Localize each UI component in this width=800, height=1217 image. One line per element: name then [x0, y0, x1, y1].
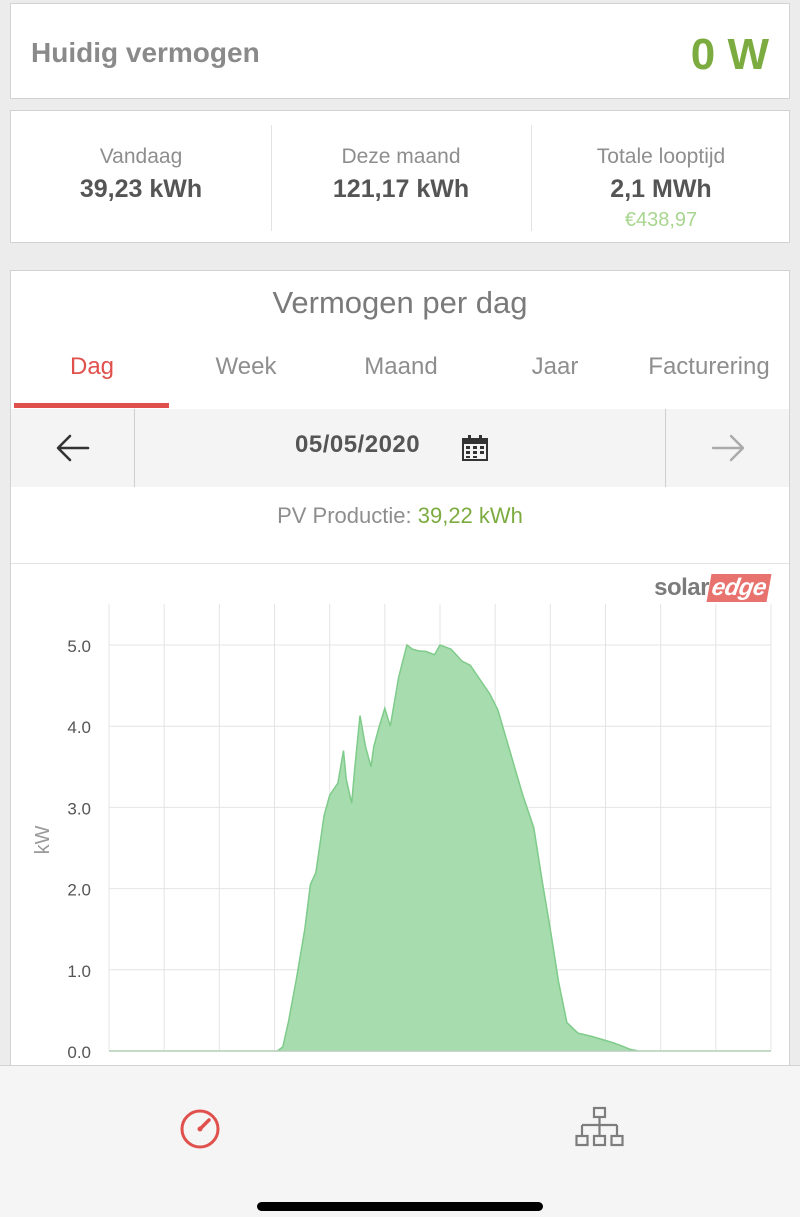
pv-production-label: PV Productie: [277, 503, 412, 528]
selected-date[interactable]: 05/05/2020 [295, 431, 420, 459]
site-tree-icon[interactable] [574, 1106, 626, 1150]
y-axis-label: kW [32, 825, 54, 854]
y-tick-label: 4.0 [67, 718, 91, 737]
current-power-card: Huidig vermogen 0 W [10, 3, 790, 99]
y-tick-label: 2.0 [67, 881, 91, 900]
energy-lifetime: Totale looptijd 2,1 MWh €438,97 [531, 111, 791, 244]
tab-month[interactable]: Maand [323, 353, 479, 381]
tab-day[interactable]: Dag [14, 353, 170, 381]
energy-lifetime-revenue: €438,97 [624, 209, 698, 231]
y-tick-label: 5.0 [67, 637, 91, 656]
energy-today-title: Vandaag [99, 145, 183, 168]
active-tab-indicator [14, 403, 169, 408]
current-power-label: Huidig vermogen [31, 37, 260, 68]
power-chart-card: Vermogen per dag Dag Week Maand Jaar Fac… [10, 270, 790, 1100]
pv-production-value: 39,22 kWh [417, 503, 523, 528]
energy-today-value: 39,23 kWh [79, 175, 203, 203]
energy-today: Vandaag 39,23 kWh [11, 111, 271, 244]
next-day-button[interactable] [666, 409, 789, 487]
gauge-icon[interactable] [178, 1107, 222, 1151]
energy-month-value: 121,17 kWh [332, 175, 470, 203]
bottom-tab-bar [0, 1065, 800, 1217]
tab-billing[interactable]: Facturering [631, 353, 787, 381]
y-tick-label: 1.0 [67, 962, 91, 981]
home-indicator [257, 1202, 543, 1211]
energy-lifetime-value: 2,1 MWh [610, 175, 712, 203]
arrow-right-icon [711, 434, 744, 462]
chart-panel-title: Vermogen per dag [272, 285, 528, 320]
current-power-value: 0 W [690, 30, 769, 79]
energy-month: Deze maand 121,17 kWh [271, 111, 531, 244]
arrow-left-icon [56, 434, 89, 462]
energy-summary-card: Vandaag 39,23 kWh Deze maand 121,17 kWh … [10, 110, 790, 243]
energy-month-title: Deze maand [341, 145, 461, 168]
energy-lifetime-title: Totale looptijd [596, 145, 726, 168]
power-area-chart: 0.0 1.0 2.0 3.0 4.0 5.0 kW [32, 604, 772, 1059]
calendar-icon[interactable] [461, 434, 489, 462]
power-area-series [109, 643, 771, 1052]
pv-production: PV Productie: 39,22 kWh [11, 503, 789, 529]
divider [134, 409, 135, 487]
tab-week[interactable]: Week [168, 353, 324, 381]
date-navigator: 05/05/2020 [11, 409, 789, 487]
y-tick-label: 3.0 [67, 799, 91, 818]
previous-day-button[interactable] [11, 409, 134, 487]
y-tick-label: 0.0 [67, 1043, 91, 1059]
tab-year[interactable]: Jaar [477, 353, 633, 381]
